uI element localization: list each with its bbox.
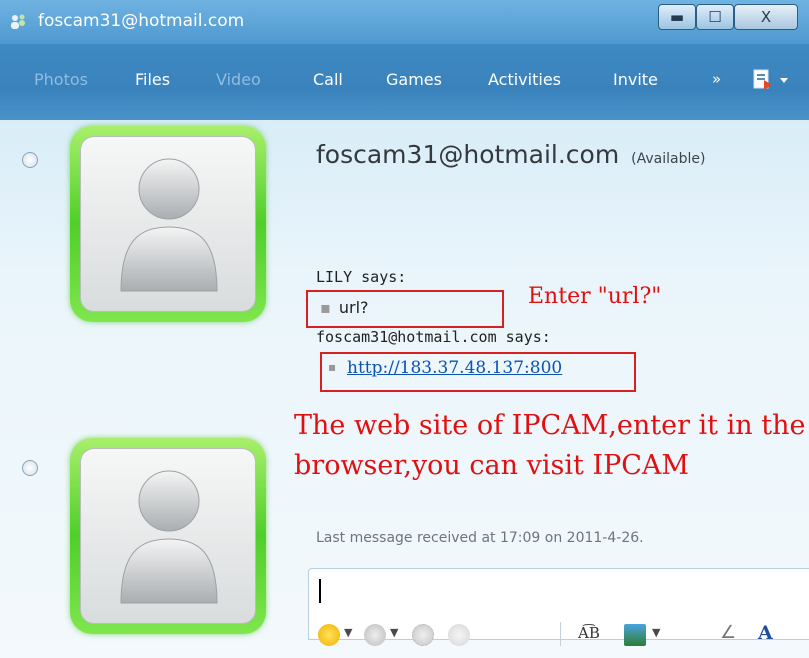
default-user-icon xyxy=(120,470,218,604)
format-toolbar: ▼ ▼ A͡B ▼ ∠ A xyxy=(308,614,809,658)
text-caret xyxy=(319,579,321,603)
toolbar-invite[interactable]: Invite xyxy=(613,70,658,89)
menu-icon[interactable] xyxy=(752,68,796,92)
nudge-icon[interactable] xyxy=(412,624,434,646)
voice-clip-icon[interactable] xyxy=(448,624,470,646)
lily-message: ▪ url? xyxy=(320,298,369,317)
toolbar-call[interactable]: Call xyxy=(313,70,343,89)
default-user-icon xyxy=(120,158,218,292)
chevron-down-icon[interactable]: ▼ xyxy=(344,626,352,639)
toolbar-separator xyxy=(560,622,561,646)
annotation-web-site-line2: browser,you can visit IPCAM xyxy=(294,450,690,481)
lily-message-text: url? xyxy=(338,298,369,317)
font-icon[interactable]: A͡B xyxy=(578,624,600,642)
contact-name: foscam31@hotmail.com (Available) xyxy=(316,140,705,169)
conversation-area: foscam31@hotmail.com (Available) LILY sa… xyxy=(0,120,809,658)
minimize-button[interactable]: ▬ xyxy=(658,4,696,30)
background-icon[interactable] xyxy=(624,624,646,646)
bullet-icon: ▪ xyxy=(320,298,331,317)
pen-icon[interactable]: ∠ xyxy=(720,622,736,643)
toolbar-video[interactable]: Video xyxy=(216,70,261,89)
emoticon-icon[interactable] xyxy=(318,624,340,646)
window-title: foscam31@hotmail.com xyxy=(38,11,245,31)
ipcam-link[interactable]: http://183.37.48.137:800 xyxy=(347,358,562,378)
wink-icon[interactable] xyxy=(364,624,386,646)
toolbar-more-button[interactable]: » xyxy=(712,70,721,88)
collapse-self-icon[interactable] xyxy=(22,460,38,476)
chevron-down-icon[interactable]: ▼ xyxy=(390,626,398,639)
title-bar: foscam31@hotmail.com ▬ ☐ X xyxy=(0,0,809,44)
collapse-contact-icon[interactable] xyxy=(22,152,38,168)
toolbar-activities[interactable]: Activities xyxy=(488,70,561,89)
contact-status: (Available) xyxy=(631,151,706,167)
last-message-info: Last message received at 17:09 on 2011-4… xyxy=(316,530,644,546)
self-avatar[interactable] xyxy=(70,438,266,634)
toolbar: Photos Files Video Call Games Activities… xyxy=(0,44,809,120)
annotation-web-site-line1: The web site of IPCAM,enter it in the xyxy=(294,410,806,441)
contact-email: foscam31@hotmail.com xyxy=(316,140,620,169)
maximize-button[interactable]: ☐ xyxy=(696,4,734,30)
close-button[interactable]: X xyxy=(734,4,798,30)
text-format-icon[interactable]: A xyxy=(758,622,773,644)
msn-people-icon xyxy=(11,14,25,29)
toolbar-photos[interactable]: Photos xyxy=(34,70,88,89)
chevron-down-icon[interactable]: ▼ xyxy=(652,626,660,639)
annotation-enter-url: Enter "url?" xyxy=(528,284,662,309)
contact-avatar[interactable] xyxy=(70,126,266,322)
lily-says-label: LILY says: xyxy=(316,268,407,286)
toolbar-games[interactable]: Games xyxy=(386,70,442,89)
bullet-icon: ▪ xyxy=(328,360,337,374)
foscam-says-label: foscam31@hotmail.com says: xyxy=(316,328,551,346)
toolbar-files[interactable]: Files xyxy=(135,70,170,89)
